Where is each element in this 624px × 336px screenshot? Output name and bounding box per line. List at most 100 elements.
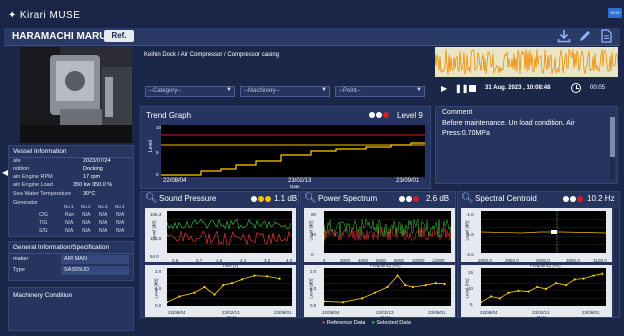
y-tick: -2.6	[466, 252, 474, 257]
x-tick: 23/09/01	[396, 178, 420, 184]
zoom-icon[interactable]: 🔍︎	[304, 193, 317, 204]
gen-cell: N/A	[116, 228, 125, 234]
y-axis-label: Level [Hz]	[464, 278, 470, 299]
spectral-centroid-panel: 🔍︎ Spectral Centroid 10.2 Hz	[457, 191, 620, 318]
trend-point	[230, 282, 234, 285]
x-tick: 22/08/04	[163, 178, 187, 184]
x-tick: 3050.0	[566, 258, 580, 263]
gen-row-label: C/G	[39, 212, 48, 218]
trend-point	[601, 272, 604, 275]
ship-name: HARAMACHI MARU	[12, 31, 107, 42]
level-indicator	[563, 196, 584, 204]
pause-icon[interactable]: ❚❚	[455, 84, 468, 93]
machinery-photo	[20, 47, 132, 143]
trend-plot	[161, 125, 425, 177]
power-spectrum-chart	[304, 208, 455, 262]
download-icon[interactable]	[556, 29, 572, 45]
gen-cell: N/A	[99, 220, 108, 226]
y-axis-label: Level [dB]	[151, 220, 157, 241]
selected-legend: Selected Data	[376, 320, 411, 326]
panel-scrollbar[interactable]	[614, 208, 619, 316]
spectral-centroid-value: 10.2 Hz	[587, 194, 615, 203]
x-tick: 2.4	[240, 258, 247, 263]
reference-marker: ●	[322, 320, 326, 326]
gen-header: No.4	[115, 204, 125, 209]
power-spectrum-title: Power Spectrum	[318, 194, 378, 203]
y-tick: 3.0	[310, 269, 317, 274]
gen-cell: N/A	[65, 228, 74, 234]
sound-pressure-title: Sound Pressure	[159, 194, 217, 203]
gen-cell: N/A	[99, 228, 108, 234]
x-tick: 4000	[358, 258, 369, 263]
spec-row: Type SAS55UD	[13, 266, 129, 275]
play-icon[interactable]: ▶	[441, 84, 447, 93]
selected-point	[551, 230, 557, 234]
top-bar: ✦ Kirari MUSE NEW	[0, 0, 624, 28]
y-axis-label: Level [dB]	[308, 278, 314, 299]
ref-button[interactable]: Ref.	[104, 30, 134, 42]
x-tick: 0.7	[196, 258, 203, 263]
trend-point	[278, 277, 281, 280]
trend-point	[341, 301, 345, 304]
trend-ylabel: Level	[147, 140, 154, 152]
category-select[interactable]: --Category-- ▼	[145, 86, 235, 97]
x-axis-label: Time [s]	[222, 263, 238, 268]
sound-pressure-panel: 🔍︎ Sound Pressure 1.1 dB	[140, 191, 299, 318]
zoom-icon[interactable]: 🔍︎	[461, 193, 474, 204]
trend-point	[564, 284, 568, 287]
sound-pressure-value: 1.1 dB	[274, 194, 298, 203]
zoom-icon[interactable]: 🔍︎	[145, 193, 158, 204]
gen-cell: N/A	[82, 220, 91, 226]
y-tick: 15	[468, 270, 474, 275]
document-icon[interactable]	[598, 29, 614, 45]
clock-icon	[571, 83, 581, 93]
trend-point	[386, 285, 389, 289]
machinery-select[interactable]: --Machinery-- ▼	[240, 86, 330, 97]
general-info-title: General Information/Specification	[9, 242, 133, 254]
x-tick: 2950.0	[505, 258, 519, 263]
level-dot	[369, 112, 375, 118]
point-select[interactable]: --Point-- ▼	[335, 86, 425, 97]
app-title: Kirari MUSE	[19, 10, 81, 21]
comment-scrollbar[interactable]	[610, 117, 615, 179]
y-tick: 0	[311, 252, 314, 257]
comment-panel: Comment Before maintenance. Un load cond…	[435, 106, 618, 184]
y-tick: 5	[470, 302, 473, 307]
gen-cell: N/A	[99, 212, 108, 218]
trend-point	[265, 275, 269, 278]
x-tick: 23/09/01	[582, 310, 600, 315]
trend-point	[592, 274, 595, 277]
gen-cell: N/A	[116, 212, 125, 218]
y-tick: 10	[156, 125, 162, 130]
trend-point	[424, 284, 427, 287]
audio-player: ▶ ❚❚ 31 Aug. 2023 , 10:08:48 00:05	[435, 82, 618, 98]
y-tick: 0	[156, 172, 159, 177]
audio-waveform[interactable]	[435, 47, 618, 77]
corner-badge[interactable]: NEW	[608, 8, 622, 18]
plot-area	[167, 211, 292, 253]
y-tick: -1.0	[466, 212, 474, 217]
gen-header: No.3	[98, 204, 108, 209]
x-tick: 22/08/04	[480, 310, 498, 315]
comment-text: Before maintenance. Un load condition. A…	[442, 120, 575, 137]
trend-point	[240, 278, 244, 281]
y-tick: 94.0	[150, 254, 159, 259]
trend-point	[544, 287, 548, 290]
y-axis-label: Level [dB]	[308, 220, 314, 241]
plot-area	[167, 268, 292, 306]
trend-xlabel: Date	[290, 184, 300, 189]
pencil-icon[interactable]	[577, 29, 593, 45]
x-tick: 3.2	[264, 258, 271, 263]
trend-point	[573, 278, 576, 281]
stop-icon[interactable]	[469, 85, 476, 92]
vessel-info-title: Vessel Information	[9, 146, 133, 158]
trend-point	[404, 284, 407, 287]
y-tick: 5	[156, 150, 159, 155]
chevron-down-icon: ▼	[226, 87, 232, 93]
trend-point	[396, 274, 399, 277]
comment-title: Comment	[442, 109, 473, 116]
machinery-condition-title: Machinery Condition	[13, 292, 73, 299]
power-spectrum-value: 2.6 dB	[426, 194, 450, 203]
x-tick: 2000	[340, 258, 351, 263]
level-indicator	[369, 112, 390, 120]
